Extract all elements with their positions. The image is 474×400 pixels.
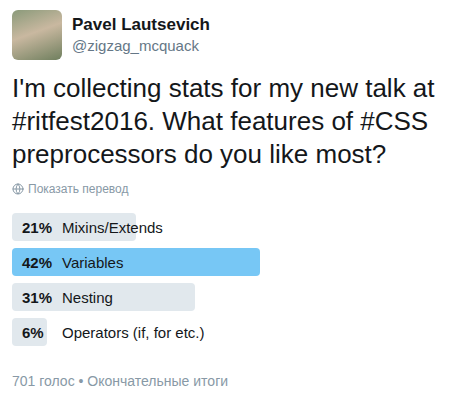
poll-label: Operators (if, for etc.) [62,324,205,341]
poll-footer: 701 голос • Окончательные итоги [12,372,462,390]
poll-option: 21%Mixins/Extends [12,213,462,241]
avatar[interactable] [12,10,62,60]
author: Pavel Lautsevich@zigzag_mcquack [72,14,210,56]
author-name[interactable]: Pavel Lautsevich [72,14,210,36]
poll-label: Nesting [62,289,113,306]
tweet-header: Pavel Lautsevich@zigzag_mcquack [12,10,462,60]
poll-option: 42%Variables [12,248,462,276]
poll-option: 31%Nesting [12,283,462,311]
poll: 21%Mixins/Extends 42%Variables 31%Nesting 6… [12,213,462,346]
author-handle[interactable]: @zigzag_mcquack [72,36,210,56]
tweet-card: Pavel Lautsevich@zigzag_mcquack I'm colle… [0,0,474,400]
poll-label: Mixins/Extends [62,219,163,236]
translate-link[interactable]: Показать перевод [12,181,462,197]
poll-percent: 42% [22,254,62,271]
poll-percent: 6% [22,324,62,341]
globe-icon [12,183,24,195]
poll-label: Variables [62,254,123,271]
poll-percent: 31% [22,289,62,306]
poll-option: 6%Operators (if, for etc.) [12,318,462,346]
poll-percent: 21% [22,219,62,236]
tweet-text: I'm collecting stats for my new talk at … [12,72,462,171]
